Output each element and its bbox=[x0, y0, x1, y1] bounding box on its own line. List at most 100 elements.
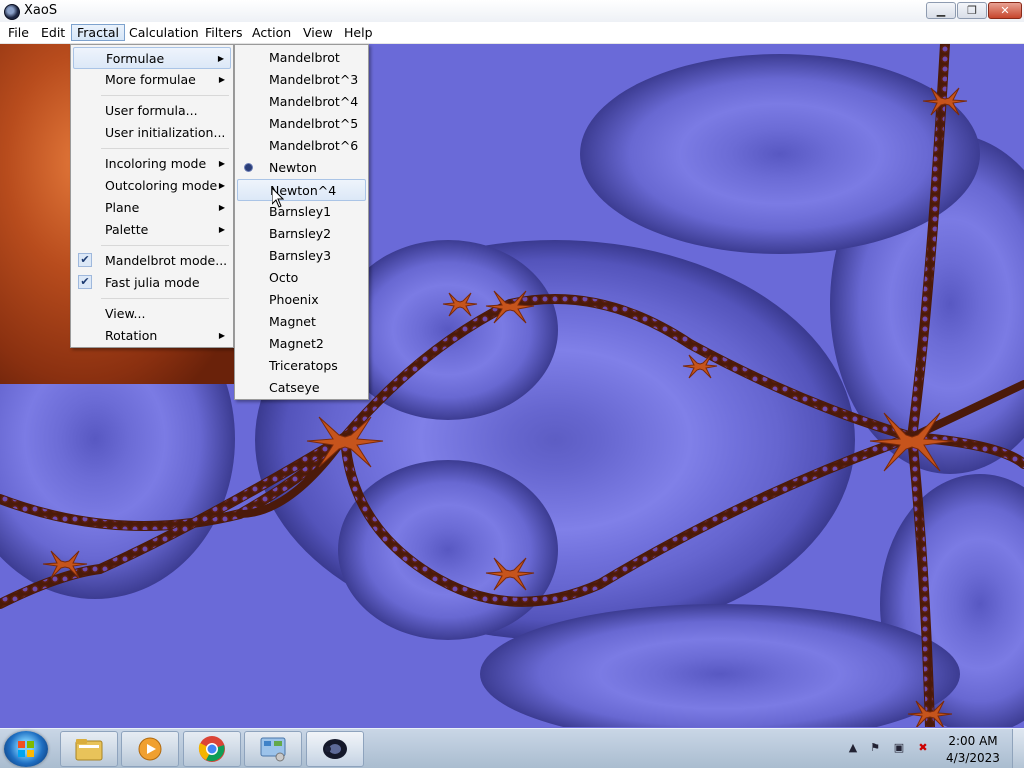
formula-item[interactable]: Barnsley1 bbox=[237, 201, 366, 223]
menu-item-formulae[interactable]: Formulae ▶ bbox=[73, 47, 231, 69]
fractal-menu: Formulae ▶ More formulae ▶ User formula.… bbox=[70, 44, 234, 348]
formula-label: Catseye bbox=[269, 380, 320, 395]
formula-item[interactable]: Mandelbrot^4 bbox=[237, 91, 366, 113]
formula-label: Barnsley3 bbox=[269, 248, 332, 263]
formula-item[interactable]: Triceratops bbox=[237, 355, 366, 377]
menu-separator bbox=[101, 148, 229, 149]
chrome-icon bbox=[198, 736, 225, 762]
start-button[interactable] bbox=[4, 731, 48, 767]
formula-item[interactable]: Mandelbrot^6 bbox=[237, 135, 366, 157]
formula-label: Octo bbox=[269, 270, 299, 285]
show-desktop-button[interactable] bbox=[1012, 729, 1024, 768]
taskbar: ▲ ⚑ ▣ ✖ 2:00 AM 4/3/2023 bbox=[0, 728, 1024, 768]
taskbar-control-panel-button[interactable] bbox=[244, 731, 302, 767]
menu-item-label: Mandelbrot mode... bbox=[105, 253, 228, 268]
menu-bar: File Edit Fractal Calculation Filters Ac… bbox=[0, 22, 1024, 44]
submenu-arrow-icon: ▶ bbox=[218, 331, 225, 340]
menu-item-label: Formulae bbox=[106, 51, 165, 66]
checkmark-icon: ✔ bbox=[78, 275, 92, 289]
formula-item[interactable]: Mandelbrot^5 bbox=[237, 113, 366, 135]
formula-label: Mandelbrot^4 bbox=[269, 94, 359, 109]
mouse-cursor-icon bbox=[272, 188, 284, 208]
menu-item-label: Plane bbox=[105, 200, 140, 215]
xaos-app-icon[interactable] bbox=[4, 4, 20, 20]
maximize-button[interactable]: ❐ bbox=[957, 2, 987, 19]
menu-item-more-formulae[interactable]: More formulae ▶ bbox=[73, 69, 231, 91]
folder-icon bbox=[75, 739, 103, 761]
formula-label: Phoenix bbox=[269, 292, 319, 307]
window-title: XaoS bbox=[24, 3, 58, 18]
menu-view[interactable]: View bbox=[298, 24, 338, 41]
menu-item-label: Palette bbox=[105, 222, 149, 237]
menu-item-label: User formula... bbox=[105, 103, 198, 118]
formula-item[interactable]: Mandelbrot bbox=[237, 47, 366, 69]
formula-item[interactable]: Barnsley3 bbox=[237, 245, 366, 267]
menu-filters[interactable]: Filters bbox=[200, 24, 247, 41]
menu-separator bbox=[101, 245, 229, 246]
formula-item[interactable]: Magnet bbox=[237, 311, 366, 333]
show-hidden-icons-icon[interactable]: ▲ bbox=[846, 741, 860, 755]
minimize-button[interactable]: ▁ bbox=[926, 2, 956, 19]
formula-item[interactable]: Magnet2 bbox=[237, 333, 366, 355]
formula-item[interactable]: Catseye bbox=[237, 377, 366, 399]
formula-label: Mandelbrot^5 bbox=[269, 116, 359, 131]
menu-item-palette[interactable]: Palette ▶ bbox=[73, 219, 231, 241]
taskbar-explorer-button[interactable] bbox=[60, 731, 118, 767]
formula-item-selected[interactable]: Newton bbox=[237, 157, 366, 179]
submenu-arrow-icon: ▶ bbox=[218, 181, 225, 190]
menu-file[interactable]: File bbox=[3, 24, 34, 41]
taskbar-xaos-button[interactable] bbox=[306, 731, 364, 767]
menu-edit[interactable]: Edit bbox=[36, 24, 70, 41]
menu-item-label: Outcoloring mode bbox=[105, 178, 218, 193]
formula-item[interactable]: Mandelbrot^3 bbox=[237, 69, 366, 91]
taskbar-media-player-button[interactable] bbox=[121, 731, 179, 767]
menu-item-label: View... bbox=[105, 306, 146, 321]
menu-item-label: Rotation bbox=[105, 328, 158, 343]
formula-label: Barnsley2 bbox=[269, 226, 332, 241]
media-player-icon bbox=[138, 737, 162, 761]
menu-item-view[interactable]: View... bbox=[73, 303, 231, 325]
submenu-arrow-icon: ▶ bbox=[217, 54, 224, 63]
menu-item-label: User initialization... bbox=[105, 125, 226, 140]
menu-separator bbox=[101, 298, 229, 299]
formula-label: Newton bbox=[269, 160, 317, 175]
submenu-arrow-icon: ▶ bbox=[218, 75, 225, 84]
formula-label: Mandelbrot^6 bbox=[269, 138, 359, 153]
formula-label: Magnet2 bbox=[269, 336, 324, 351]
submenu-arrow-icon: ▶ bbox=[218, 159, 225, 168]
volume-muted-icon[interactable]: ✖ bbox=[916, 741, 930, 755]
menu-item-outcoloring-mode[interactable]: Outcoloring mode ▶ bbox=[73, 175, 231, 197]
formula-item[interactable]: Octo bbox=[237, 267, 366, 289]
menu-item-user-initialization[interactable]: User initialization... bbox=[73, 122, 231, 144]
submenu-arrow-icon: ▶ bbox=[218, 203, 225, 212]
formula-item[interactable]: Barnsley2 bbox=[237, 223, 366, 245]
formula-item[interactable]: Phoenix bbox=[237, 289, 366, 311]
formula-label: Mandelbrot bbox=[269, 50, 340, 65]
menu-item-plane[interactable]: Plane ▶ bbox=[73, 197, 231, 219]
taskbar-chrome-button[interactable] bbox=[183, 731, 241, 767]
formula-label: Triceratops bbox=[269, 358, 338, 373]
menu-action[interactable]: Action bbox=[247, 24, 296, 41]
menu-item-label: Incoloring mode bbox=[105, 156, 207, 171]
xaos-icon bbox=[323, 739, 347, 759]
menu-item-rotation[interactable]: Rotation ▶ bbox=[73, 325, 231, 347]
clock-time[interactable]: 2:00 AM bbox=[944, 734, 1002, 748]
menu-help[interactable]: Help bbox=[339, 24, 378, 41]
network-icon[interactable]: ▣ bbox=[892, 741, 906, 755]
formula-label: Magnet bbox=[269, 314, 316, 329]
formula-item-hovered[interactable]: Newton^4 bbox=[237, 179, 366, 201]
clock-date[interactable]: 4/3/2023 bbox=[944, 751, 1002, 765]
close-button[interactable]: ✕ bbox=[988, 2, 1022, 19]
desktop: XaoS ▁ ❐ ✕ File Edit Fractal Calculation… bbox=[0, 0, 1024, 768]
radio-selected-icon bbox=[245, 164, 252, 171]
formula-label: Mandelbrot^3 bbox=[269, 72, 359, 87]
menu-item-fast-julia-mode[interactable]: ✔ Fast julia mode bbox=[73, 272, 231, 294]
menu-item-user-formula[interactable]: User formula... bbox=[73, 100, 231, 122]
menu-calculation[interactable]: Calculation bbox=[124, 24, 204, 41]
windows-logo-icon bbox=[18, 741, 34, 757]
menu-fractal[interactable]: Fractal bbox=[71, 24, 125, 41]
submenu-arrow-icon: ▶ bbox=[218, 225, 225, 234]
menu-item-incoloring-mode[interactable]: Incoloring mode ▶ bbox=[73, 153, 231, 175]
action-center-flag-icon[interactable]: ⚑ bbox=[868, 741, 882, 755]
menu-item-mandelbrot-mode[interactable]: ✔ Mandelbrot mode... bbox=[73, 250, 231, 272]
